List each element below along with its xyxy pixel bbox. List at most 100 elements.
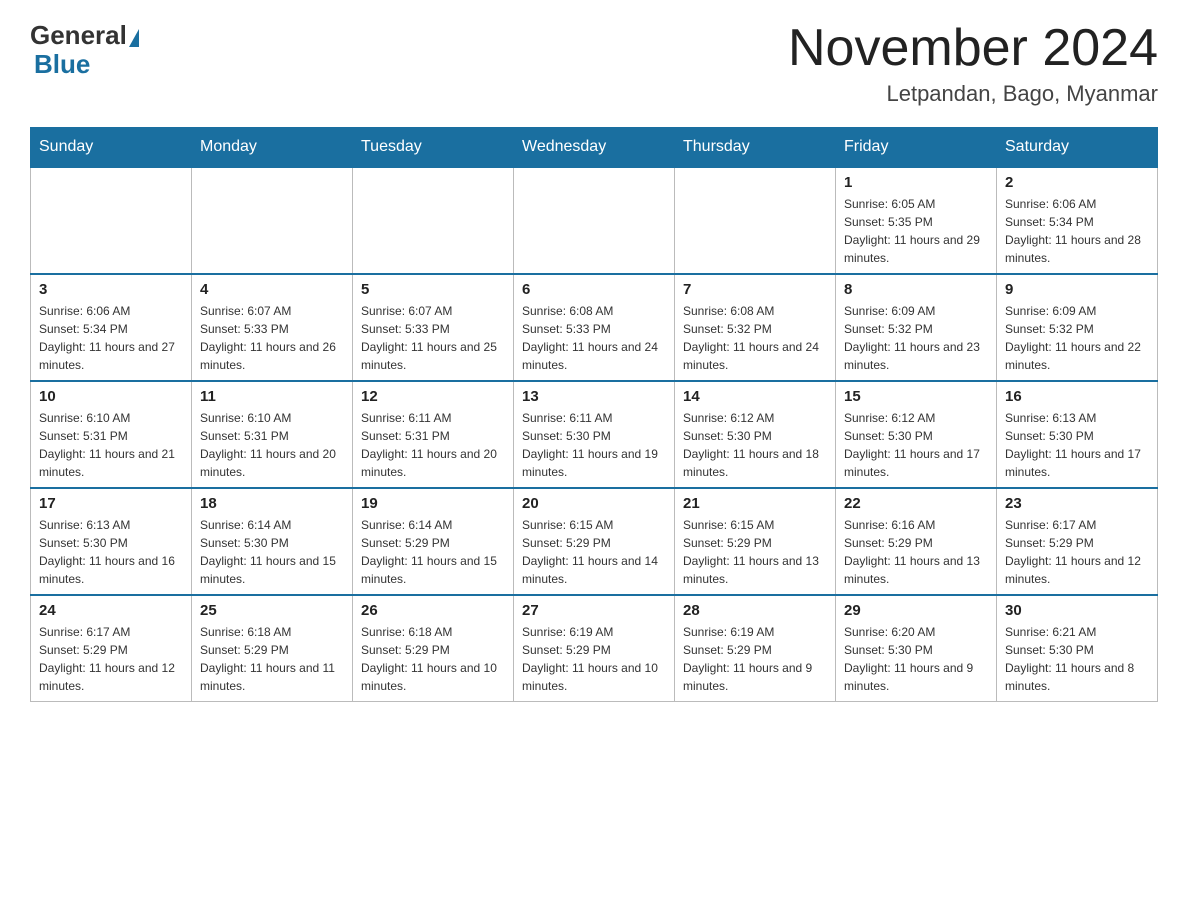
day-info: Sunrise: 6:21 AMSunset: 5:30 PMDaylight:… xyxy=(1005,623,1149,695)
day-number: 21 xyxy=(683,495,827,512)
day-number: 29 xyxy=(844,602,988,619)
day-info: Sunrise: 6:16 AMSunset: 5:29 PMDaylight:… xyxy=(844,516,988,588)
day-info: Sunrise: 6:10 AMSunset: 5:31 PMDaylight:… xyxy=(39,409,183,481)
calendar-cell: 2 Sunrise: 6:06 AMSunset: 5:34 PMDaylight… xyxy=(997,167,1158,274)
day-info: Sunrise: 6:13 AMSunset: 5:30 PMDaylight:… xyxy=(1005,409,1149,481)
day-info: Sunrise: 6:08 AMSunset: 5:33 PMDaylight:… xyxy=(522,302,666,374)
day-info: Sunrise: 6:06 AMSunset: 5:34 PMDaylight:… xyxy=(1005,195,1149,267)
day-info: Sunrise: 6:07 AMSunset: 5:33 PMDaylight:… xyxy=(200,302,344,374)
calendar-day-header: Thursday xyxy=(675,128,836,168)
day-number: 1 xyxy=(844,174,988,191)
day-number: 8 xyxy=(844,281,988,298)
day-info: Sunrise: 6:15 AMSunset: 5:29 PMDaylight:… xyxy=(683,516,827,588)
day-number: 7 xyxy=(683,281,827,298)
day-info: Sunrise: 6:12 AMSunset: 5:30 PMDaylight:… xyxy=(844,409,988,481)
day-info: Sunrise: 6:20 AMSunset: 5:30 PMDaylight:… xyxy=(844,623,988,695)
calendar-week-row: 3 Sunrise: 6:06 AMSunset: 5:34 PMDaylight… xyxy=(31,274,1158,381)
day-number: 16 xyxy=(1005,388,1149,405)
day-number: 3 xyxy=(39,281,183,298)
day-number: 27 xyxy=(522,602,666,619)
day-number: 15 xyxy=(844,388,988,405)
calendar-cell: 10 Sunrise: 6:10 AMSunset: 5:31 PMDayligh… xyxy=(31,381,192,488)
day-info: Sunrise: 6:10 AMSunset: 5:31 PMDaylight:… xyxy=(200,409,344,481)
day-info: Sunrise: 6:11 AMSunset: 5:31 PMDaylight:… xyxy=(361,409,505,481)
calendar-cell: 21 Sunrise: 6:15 AMSunset: 5:29 PMDayligh… xyxy=(675,488,836,595)
day-number: 24 xyxy=(39,602,183,619)
calendar-cell: 19 Sunrise: 6:14 AMSunset: 5:29 PMDayligh… xyxy=(353,488,514,595)
calendar-day-header: Friday xyxy=(836,128,997,168)
day-number: 13 xyxy=(522,388,666,405)
calendar-day-header: Monday xyxy=(192,128,353,168)
day-info: Sunrise: 6:18 AMSunset: 5:29 PMDaylight:… xyxy=(200,623,344,695)
day-info: Sunrise: 6:07 AMSunset: 5:33 PMDaylight:… xyxy=(361,302,505,374)
calendar-day-header: Tuesday xyxy=(353,128,514,168)
day-number: 28 xyxy=(683,602,827,619)
logo-triangle-icon xyxy=(129,29,139,47)
day-info: Sunrise: 6:11 AMSunset: 5:30 PMDaylight:… xyxy=(522,409,666,481)
day-info: Sunrise: 6:08 AMSunset: 5:32 PMDaylight:… xyxy=(683,302,827,374)
day-info: Sunrise: 6:09 AMSunset: 5:32 PMDaylight:… xyxy=(844,302,988,374)
calendar-cell: 23Sunrise: 6:17 AMSunset: 5:29 PMDayligh… xyxy=(997,488,1158,595)
day-info: Sunrise: 6:12 AMSunset: 5:30 PMDaylight:… xyxy=(683,409,827,481)
calendar-cell: 16 Sunrise: 6:13 AMSunset: 5:30 PMDayligh… xyxy=(997,381,1158,488)
calendar-cell: 5 Sunrise: 6:07 AMSunset: 5:33 PMDaylight… xyxy=(353,274,514,381)
day-info: Sunrise: 6:17 AMSunset: 5:29 PMDaylight:… xyxy=(1005,516,1149,588)
calendar-cell: 17Sunrise: 6:13 AMSunset: 5:30 PMDayligh… xyxy=(31,488,192,595)
day-number: 20 xyxy=(522,495,666,512)
logo-blue-text: Blue xyxy=(30,49,90,80)
calendar-cell: 28 Sunrise: 6:19 AMSunset: 5:29 PMDayligh… xyxy=(675,595,836,702)
day-number: 9 xyxy=(1005,281,1149,298)
day-info: Sunrise: 6:14 AMSunset: 5:29 PMDaylight:… xyxy=(361,516,505,588)
calendar-week-row: 24 Sunrise: 6:17 AMSunset: 5:29 PMDayligh… xyxy=(31,595,1158,702)
calendar-cell: 29 Sunrise: 6:20 AMSunset: 5:30 PMDayligh… xyxy=(836,595,997,702)
day-number: 22 xyxy=(844,495,988,512)
day-number: 12 xyxy=(361,388,505,405)
logo: General Blue xyxy=(30,20,141,80)
calendar-day-header: Saturday xyxy=(997,128,1158,168)
day-number: 30 xyxy=(1005,602,1149,619)
calendar-day-header: Wednesday xyxy=(514,128,675,168)
day-number: 6 xyxy=(522,281,666,298)
day-number: 14 xyxy=(683,388,827,405)
day-number: 17 xyxy=(39,495,183,512)
day-info: Sunrise: 6:14 AMSunset: 5:30 PMDaylight:… xyxy=(200,516,344,588)
calendar-cell: 22 Sunrise: 6:16 AMSunset: 5:29 PMDayligh… xyxy=(836,488,997,595)
calendar-cell: 11 Sunrise: 6:10 AMSunset: 5:31 PMDayligh… xyxy=(192,381,353,488)
day-number: 19 xyxy=(361,495,505,512)
day-number: 2 xyxy=(1005,174,1149,191)
calendar-cell: 4 Sunrise: 6:07 AMSunset: 5:33 PMDaylight… xyxy=(192,274,353,381)
calendar-cell: 1 Sunrise: 6:05 AMSunset: 5:35 PMDaylight… xyxy=(836,167,997,274)
day-number: 18 xyxy=(200,495,344,512)
calendar-cell: 20Sunrise: 6:15 AMSunset: 5:29 PMDayligh… xyxy=(514,488,675,595)
day-info: Sunrise: 6:06 AMSunset: 5:34 PMDaylight:… xyxy=(39,302,183,374)
title-area: November 2024 Letpandan, Bago, Myanmar xyxy=(788,20,1158,107)
day-number: 4 xyxy=(200,281,344,298)
calendar-cell: 30 Sunrise: 6:21 AMSunset: 5:30 PMDayligh… xyxy=(997,595,1158,702)
calendar-cell: 14 Sunrise: 6:12 AMSunset: 5:30 PMDayligh… xyxy=(675,381,836,488)
calendar-cell xyxy=(675,167,836,274)
calendar-cell: 18 Sunrise: 6:14 AMSunset: 5:30 PMDayligh… xyxy=(192,488,353,595)
day-info: Sunrise: 6:05 AMSunset: 5:35 PMDaylight:… xyxy=(844,195,988,267)
logo-general-text: General xyxy=(30,20,127,51)
day-info: Sunrise: 6:09 AMSunset: 5:32 PMDaylight:… xyxy=(1005,302,1149,374)
day-number: 5 xyxy=(361,281,505,298)
page-header: General Blue November 2024 Letpandan, Ba… xyxy=(30,20,1158,107)
day-info: Sunrise: 6:17 AMSunset: 5:29 PMDaylight:… xyxy=(39,623,183,695)
calendar-cell: 9 Sunrise: 6:09 AMSunset: 5:32 PMDaylight… xyxy=(997,274,1158,381)
calendar-table: SundayMondayTuesdayWednesdayThursdayFrid… xyxy=(30,127,1158,702)
day-info: Sunrise: 6:19 AMSunset: 5:29 PMDaylight:… xyxy=(683,623,827,695)
month-title: November 2024 xyxy=(788,20,1158,77)
day-number: 25 xyxy=(200,602,344,619)
calendar-week-row: 1 Sunrise: 6:05 AMSunset: 5:35 PMDaylight… xyxy=(31,167,1158,274)
location-text: Letpandan, Bago, Myanmar xyxy=(788,81,1158,107)
calendar-cell: 6 Sunrise: 6:08 AMSunset: 5:33 PMDaylight… xyxy=(514,274,675,381)
calendar-cell: 26Sunrise: 6:18 AMSunset: 5:29 PMDayligh… xyxy=(353,595,514,702)
calendar-cell: 12 Sunrise: 6:11 AMSunset: 5:31 PMDayligh… xyxy=(353,381,514,488)
calendar-week-row: 10 Sunrise: 6:10 AMSunset: 5:31 PMDayligh… xyxy=(31,381,1158,488)
calendar-cell: 8 Sunrise: 6:09 AMSunset: 5:32 PMDaylight… xyxy=(836,274,997,381)
day-number: 11 xyxy=(200,388,344,405)
day-info: Sunrise: 6:18 AMSunset: 5:29 PMDaylight:… xyxy=(361,623,505,695)
calendar-cell: 27Sunrise: 6:19 AMSunset: 5:29 PMDayligh… xyxy=(514,595,675,702)
calendar-cell: 24 Sunrise: 6:17 AMSunset: 5:29 PMDayligh… xyxy=(31,595,192,702)
day-number: 10 xyxy=(39,388,183,405)
